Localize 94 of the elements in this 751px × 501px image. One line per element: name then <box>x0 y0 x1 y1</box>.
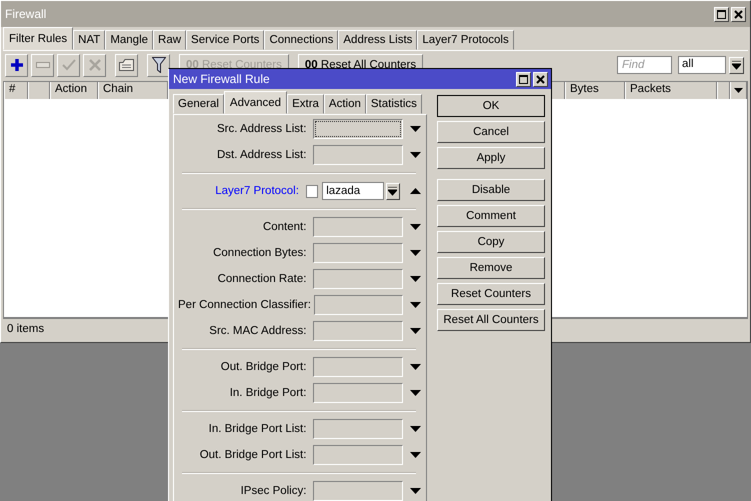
add-button[interactable] <box>5 54 28 76</box>
dialog-button[interactable]: Copy <box>437 231 545 253</box>
caret-icon <box>410 224 421 230</box>
dialog-button[interactable]: OK <box>437 95 545 117</box>
input-field[interactable] <box>313 357 404 377</box>
close-icon <box>536 74 545 84</box>
caret-icon <box>410 488 421 494</box>
caret-icon <box>410 302 421 308</box>
column-header[interactable]: Action <box>50 82 98 99</box>
tab[interactable]: NAT <box>73 30 106 50</box>
dialog-button[interactable]: Remove <box>437 257 545 279</box>
dropdown-button[interactable] <box>729 56 744 74</box>
close-icon <box>734 10 743 18</box>
input-field[interactable] <box>313 383 404 403</box>
column-header[interactable]: Packets <box>625 82 717 99</box>
column-header[interactable]: # <box>4 82 28 99</box>
maximize-icon <box>717 10 726 18</box>
maximize-button[interactable] <box>516 72 531 86</box>
window-title: Firewall <box>5 7 48 21</box>
input-field[interactable] <box>313 481 404 501</box>
negate-checkbox[interactable] <box>306 184 318 198</box>
tab[interactable]: Address Lists <box>338 30 418 50</box>
minus-icon <box>36 62 50 68</box>
dialog-button[interactable]: Comment <box>437 205 545 227</box>
tab[interactable]: Extra <box>287 94 324 114</box>
field-label-link[interactable]: Layer7 Protocol: <box>178 185 306 197</box>
protocol-select[interactable]: lazada <box>322 182 384 200</box>
field-label: IPsec Policy: <box>240 485 308 497</box>
dialog-button[interactable]: Reset All Counters <box>437 309 545 331</box>
tab[interactable]: Statistics <box>366 94 422 114</box>
caret-icon <box>410 426 421 432</box>
input-field[interactable] <box>313 321 404 341</box>
input-field[interactable] <box>313 269 404 289</box>
dialog-button[interactable]: Reset Counters <box>437 283 545 305</box>
input-field[interactable] <box>313 217 404 237</box>
dialog-button[interactable]: Apply <box>437 147 545 169</box>
field-label: In. Bridge Port List: <box>208 423 308 435</box>
caret-icon <box>410 152 421 158</box>
tab[interactable]: Connections <box>264 30 338 50</box>
input-field[interactable] <box>314 295 404 315</box>
maximize-icon <box>519 74 528 84</box>
caret-icon <box>410 390 421 396</box>
caret-icon <box>410 328 421 334</box>
caret-icon <box>410 126 421 132</box>
tab[interactable]: Advanced <box>224 91 288 114</box>
filter-button[interactable] <box>147 54 170 76</box>
caret-icon <box>410 452 421 458</box>
item-count: 0 items <box>7 323 44 335</box>
comment-button[interactable] <box>115 54 138 76</box>
dialog-button[interactable]: Cancel <box>437 121 545 143</box>
caret-icon <box>732 60 741 70</box>
input-field[interactable] <box>313 145 404 165</box>
close-button[interactable] <box>731 6 746 22</box>
field-label: Connection Rate: <box>216 273 308 285</box>
field-label: Dst. Address List: <box>216 149 308 161</box>
field-label: In. Bridge Port: <box>228 387 308 399</box>
remove-button[interactable] <box>31 54 54 76</box>
cross-icon <box>88 59 100 71</box>
funnel-icon <box>152 57 166 73</box>
note-icon <box>119 59 134 71</box>
tab[interactable]: Service Ports <box>186 30 264 50</box>
tab[interactable]: Mangle <box>105 30 154 50</box>
plus-icon <box>10 58 24 72</box>
caret-icon <box>410 276 421 282</box>
field-label: Connection Bytes: <box>212 247 308 259</box>
tab[interactable]: Raw <box>153 30 186 50</box>
input-field[interactable] <box>313 119 404 139</box>
caret-icon <box>410 250 421 256</box>
dropdown-button[interactable] <box>386 182 400 200</box>
tab[interactable]: Layer7 Protocols <box>417 30 514 50</box>
caret-up-icon <box>410 188 421 194</box>
field-label: Content: <box>262 221 308 233</box>
tab[interactable]: Action <box>324 94 366 114</box>
field-label: Src. Address List: <box>216 123 308 135</box>
close-button[interactable] <box>533 72 548 86</box>
tab[interactable]: General <box>173 94 224 114</box>
find-field[interactable]: Find <box>617 56 672 74</box>
check-icon <box>62 59 76 71</box>
caret-icon <box>734 88 743 93</box>
column-menu-button[interactable] <box>730 82 747 99</box>
input-field[interactable] <box>313 419 404 439</box>
caret-icon <box>410 364 421 370</box>
tab[interactable]: Filter Rules <box>3 27 74 50</box>
field-label: Src. MAC Address: <box>208 325 308 337</box>
field-label: Per Connection Classifier: <box>178 299 312 311</box>
field-label: Out. Bridge Port: <box>220 361 308 373</box>
maximize-button[interactable] <box>714 6 729 22</box>
field-label: Out. Bridge Port List: <box>198 449 308 461</box>
dialog-button[interactable]: Disable <box>437 179 545 201</box>
column-header[interactable]: Bytes <box>565 82 625 99</box>
filter-select[interactable]: all <box>678 56 726 74</box>
caret-icon <box>388 186 398 196</box>
input-field[interactable] <box>313 445 404 465</box>
input-field[interactable] <box>313 243 404 263</box>
